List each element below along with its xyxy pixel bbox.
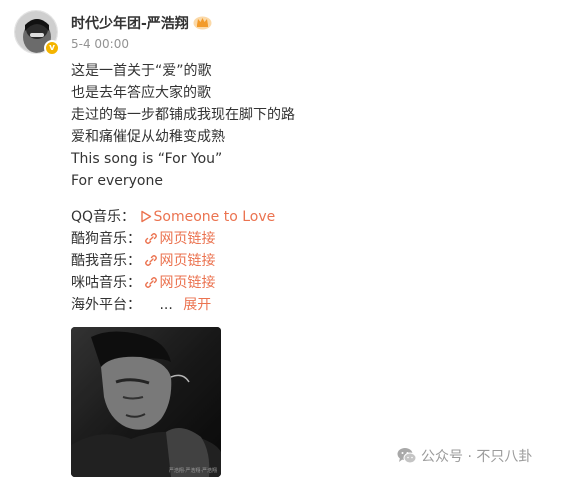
- author-name[interactable]: 时代少年团-严浩翔: [71, 16, 189, 32]
- expand-button[interactable]: 展开: [183, 297, 211, 313]
- photo-image: [71, 327, 221, 477]
- qq-music-link[interactable]: Someone to Love: [140, 209, 276, 225]
- link-text: 网页链接: [159, 231, 216, 247]
- link-icon: [145, 233, 158, 244]
- migu-music-link[interactable]: 网页链接: [145, 275, 215, 291]
- photo-caption: 严浩翔·严浩翔·严浩翔: [168, 468, 217, 474]
- content-line: 这是一首关于“爱”的歌: [71, 63, 212, 79]
- music-row-qq: QQ音乐： Someone to Love: [71, 206, 491, 228]
- overseas-row: 海外平台： ... 展开: [71, 294, 491, 316]
- post-photo[interactable]: 严浩翔·严浩翔·严浩翔: [71, 327, 221, 477]
- post-timestamp[interactable]: 5-4 00:00: [71, 37, 129, 51]
- content-line: 也是去年答应大家的歌: [71, 85, 211, 101]
- content-line: This song is “For You”: [71, 151, 223, 167]
- music-row-kuwo: 酷我音乐： 网页链接: [71, 250, 491, 272]
- watermark-text: 公众号 · 不只八卦: [421, 449, 533, 465]
- content-line: 走过的每一步都铺成我现在脚下的路: [71, 107, 295, 123]
- link-text: Someone to Love: [153, 209, 276, 225]
- weibo-post: v 时代少年团-严浩翔 5-4 00:00 这是一首关于“爱”的歌 也是去年答应…: [0, 0, 571, 479]
- kugou-music-link[interactable]: 网页链接: [145, 231, 215, 247]
- content-line: For everyone: [71, 173, 163, 189]
- platform-label: 酷我音乐：: [71, 253, 141, 269]
- link-text: 网页链接: [159, 275, 216, 291]
- content-line: 爱和痛催促从幼稚变成熟: [71, 129, 225, 145]
- platform-label: 酷狗音乐：: [71, 231, 141, 247]
- music-row-kugou: 酷狗音乐： 网页链接: [71, 228, 491, 250]
- music-row-migu: 咪咕音乐： 网页链接: [71, 272, 491, 294]
- verified-badge-icon: v: [44, 40, 60, 56]
- post-content: 这是一首关于“爱”的歌 也是去年答应大家的歌 走过的每一步都铺成我现在脚下的路 …: [71, 60, 491, 316]
- link-icon: [145, 277, 158, 288]
- link-text: 网页链接: [159, 253, 216, 269]
- author-row: 时代少年团-严浩翔: [71, 13, 212, 33]
- crown-badge-icon[interactable]: [193, 15, 212, 30]
- ellipsis: ...: [159, 297, 173, 313]
- platform-label: 海外平台：: [71, 297, 141, 313]
- platform-label: 咪咕音乐：: [71, 275, 141, 291]
- play-triangle-icon: [140, 210, 151, 223]
- platform-label: QQ音乐：: [71, 209, 136, 225]
- account-watermark: 公众号 · 不只八卦: [397, 446, 532, 466]
- kuwo-music-link[interactable]: 网页链接: [145, 253, 215, 269]
- avatar-container[interactable]: v: [14, 10, 60, 56]
- wechat-icon: [397, 448, 417, 464]
- link-icon: [145, 255, 158, 266]
